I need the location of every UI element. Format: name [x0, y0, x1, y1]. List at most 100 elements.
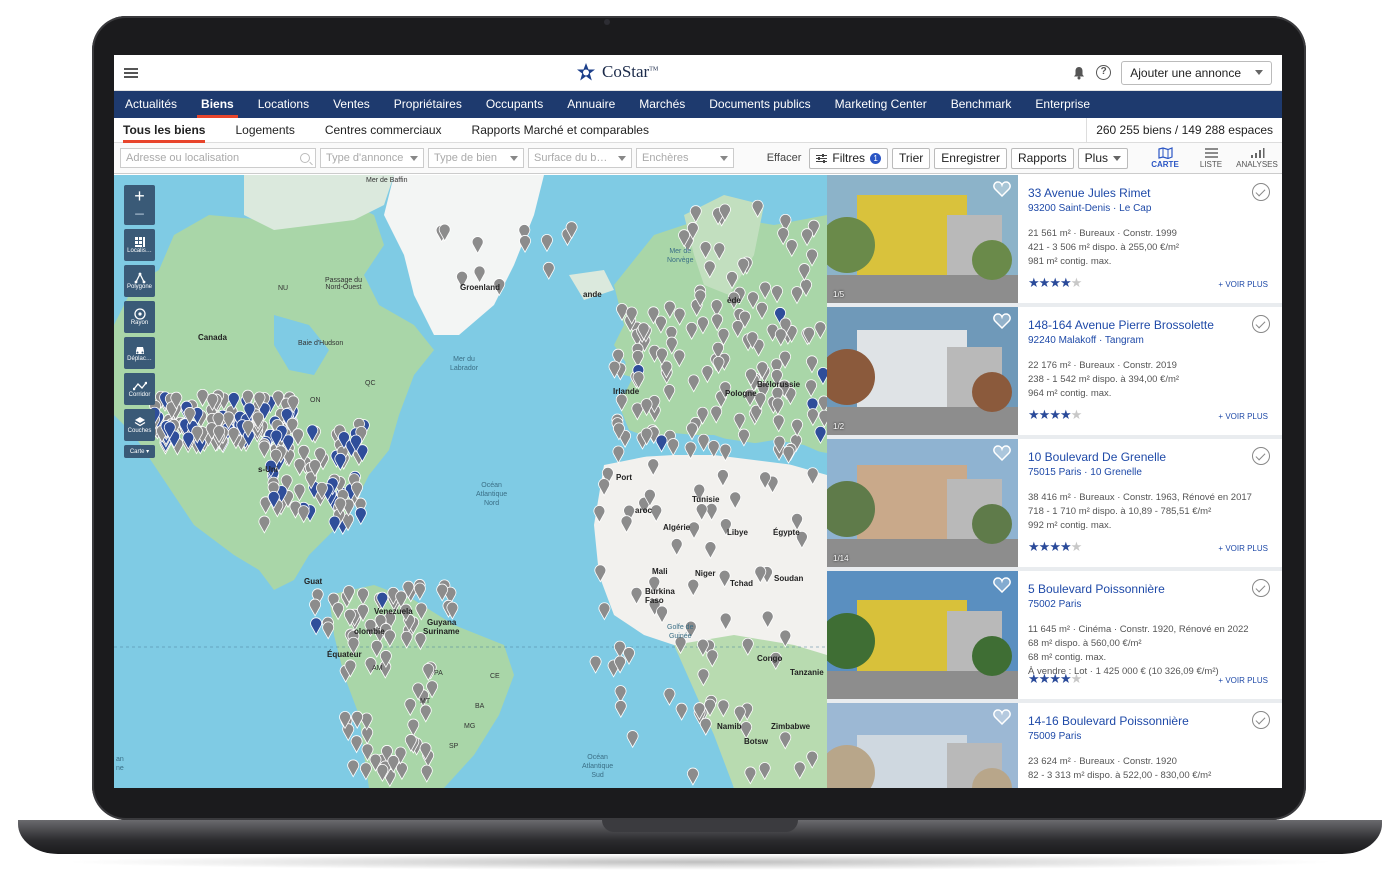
listing-submarket[interactable]: Tangram	[1105, 335, 1144, 346]
analytics-view-toggle[interactable]: ANALYSES	[1236, 147, 1278, 169]
map-pin[interactable]	[519, 235, 531, 254]
radius-tool[interactable]: Rayon	[124, 301, 155, 333]
bell-icon[interactable]	[1072, 66, 1086, 80]
map-view-toggle[interactable]: CARTE	[1146, 147, 1184, 169]
nav-item-2[interactable]: Locations	[246, 91, 321, 118]
menu-icon[interactable]	[124, 67, 138, 78]
nav-item-1[interactable]: Biens	[189, 91, 246, 118]
clear-link[interactable]: Effacer	[767, 152, 802, 164]
filters-button[interactable]: Filtres 1	[809, 147, 889, 169]
listing-type-select[interactable]: Type d'annonce	[320, 148, 424, 168]
nav-item-6[interactable]: Annuaire	[555, 91, 627, 118]
see-more-link[interactable]: + VOIR PLUS	[1218, 676, 1268, 685]
listing-photo[interactable]: 1/14	[827, 439, 1018, 567]
results-list[interactable]: 1/5 33 Avenue Jules Rimet 93200 Saint-Deni…	[827, 175, 1282, 788]
listing-city[interactable]: 75015 Paris	[1028, 467, 1081, 478]
listing-title[interactable]: 148-164 Avenue Pierre Brossolette	[1028, 318, 1272, 332]
heart-icon[interactable]	[993, 313, 1011, 329]
map-pin[interactable]	[413, 582, 426, 601]
select-check-icon[interactable]	[1252, 447, 1270, 465]
sub-nav-item-2[interactable]: Centres commerciaux	[310, 118, 457, 143]
listing-card[interactable]: 14-16 Boulevard Poissonnière 75009 Paris 2…	[827, 703, 1282, 788]
map-pin[interactable]	[347, 759, 360, 778]
map-pin[interactable]	[614, 700, 627, 719]
nav-item-11[interactable]: Enterprise	[1023, 91, 1102, 118]
help-icon[interactable]: ?	[1096, 65, 1112, 80]
map-pin[interactable]	[598, 602, 611, 621]
listing-title[interactable]: 10 Boulevard De Grenelle	[1028, 450, 1272, 464]
auction-select[interactable]: Enchères	[636, 148, 734, 168]
polygon-tool[interactable]: Polygone	[124, 265, 155, 297]
map-pin[interactable]	[436, 583, 449, 602]
map-pin[interactable]	[589, 655, 602, 674]
corridor-tool[interactable]: Corridor	[124, 373, 155, 405]
map-pin[interactable]	[687, 767, 699, 786]
reports-button[interactable]: Rapports	[1010, 147, 1074, 169]
map-pin[interactable]	[350, 735, 363, 754]
surface-select[interactable]: Surface du b…	[528, 148, 632, 168]
zoom-out-button[interactable]: −	[134, 205, 145, 223]
select-check-icon[interactable]	[1252, 711, 1270, 729]
select-check-icon[interactable]	[1252, 315, 1270, 333]
heart-icon[interactable]	[993, 577, 1011, 593]
location-tool[interactable]: Localis…	[124, 229, 155, 261]
listing-photo[interactable]	[827, 571, 1018, 699]
map-pin[interactable]	[675, 702, 688, 721]
listing-card[interactable]: 1/5 33 Avenue Jules Rimet 93200 Saint-Deni…	[827, 175, 1282, 303]
listing-city[interactable]: 75002 Paris	[1028, 599, 1081, 610]
map-pin[interactable]	[322, 621, 335, 640]
see-more-link[interactable]: + VOIR PLUS	[1218, 412, 1268, 421]
select-check-icon[interactable]	[1252, 579, 1270, 597]
world-map[interactable]	[114, 175, 827, 788]
listing-submarket[interactable]: 10 Grenelle	[1090, 467, 1142, 478]
nav-item-3[interactable]: Ventes	[321, 91, 382, 118]
sub-nav-item-3[interactable]: Rapports Marché et comparables	[457, 118, 664, 143]
costar-logo[interactable]: CoStarTM	[576, 62, 658, 82]
nav-item-9[interactable]: Marketing Center	[823, 91, 939, 118]
add-listing-dropdown[interactable]: Ajouter une annonce	[1121, 60, 1272, 85]
map-pin[interactable]	[354, 507, 367, 526]
listing-photo[interactable]: 1/2	[827, 307, 1018, 435]
save-button[interactable]: Enregistrer	[934, 147, 1007, 169]
listing-card[interactable]: 5 Boulevard Poissonnière 75002 Paris 11 64…	[827, 571, 1282, 699]
map-pin[interactable]	[542, 261, 555, 280]
nav-item-7[interactable]: Marchés	[627, 91, 697, 118]
map-pin[interactable]	[309, 598, 321, 617]
map-type-button[interactable]: Carte ▾	[124, 445, 155, 458]
map-pin[interactable]	[310, 617, 323, 636]
listing-title[interactable]: 5 Boulevard Poissonnière	[1028, 582, 1272, 596]
map-pin[interactable]	[614, 685, 627, 704]
sub-nav-item-1[interactable]: Logements	[220, 118, 309, 143]
map-pin[interactable]	[699, 717, 712, 736]
travel-tool[interactable]: Déplac…	[124, 337, 155, 369]
nav-item-0[interactable]: Actualités	[125, 91, 189, 118]
select-check-icon[interactable]	[1252, 183, 1270, 201]
nav-item-8[interactable]: Documents publics	[697, 91, 822, 118]
layers-tool[interactable]: Couches	[124, 409, 155, 441]
map-panel[interactable]: Mer de Baffin Groenland Mer de Norvège C…	[114, 175, 827, 788]
zoom-in-button[interactable]: +	[134, 187, 145, 205]
listing-submarket[interactable]: Le Cap	[1119, 203, 1151, 214]
nav-item-4[interactable]: Propriétaires	[382, 91, 474, 118]
more-button[interactable]: Plus	[1077, 147, 1128, 169]
heart-icon[interactable]	[993, 445, 1011, 461]
listing-city[interactable]: 75009 Paris	[1028, 731, 1081, 742]
heart-icon[interactable]	[993, 181, 1011, 197]
listing-city[interactable]: 92240 Malakoff	[1028, 335, 1096, 346]
see-more-link[interactable]: + VOIR PLUS	[1218, 280, 1268, 289]
listing-title[interactable]: 33 Avenue Jules Rimet	[1028, 186, 1272, 200]
property-type-select[interactable]: Type de bien	[428, 148, 524, 168]
listing-card[interactable]: 1/2 148-164 Avenue Pierre Brossolette 9224…	[827, 307, 1282, 435]
listing-title[interactable]: 14-16 Boulevard Poissonnière	[1028, 714, 1272, 728]
map-pin[interactable]	[541, 234, 553, 253]
list-view-toggle[interactable]: LISTE	[1192, 147, 1230, 169]
nav-item-5[interactable]: Occupants	[474, 91, 555, 118]
map-pin[interactable]	[626, 730, 639, 749]
map-pin[interactable]	[663, 687, 676, 706]
map-pin[interactable]	[612, 445, 625, 464]
sub-nav-item-0[interactable]: Tous les biens	[123, 118, 220, 143]
listing-photo[interactable]: 1/5	[827, 175, 1018, 303]
see-more-link[interactable]: + VOIR PLUS	[1218, 544, 1268, 553]
nav-item-10[interactable]: Benchmark	[939, 91, 1024, 118]
heart-icon[interactable]	[993, 709, 1011, 725]
